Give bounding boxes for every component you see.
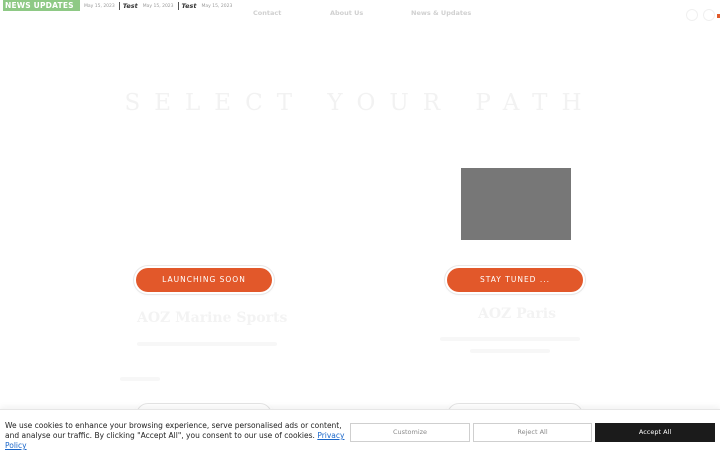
cookie-message: We use cookies to enhance your browsing …: [5, 421, 345, 450]
ticker-link[interactable]: Test: [182, 2, 197, 10]
ticker-link[interactable]: Test: [123, 2, 138, 10]
ticker-date: May 15, 2023: [142, 3, 174, 9]
launching-soon-button[interactable]: LAUNCHING SOON: [136, 268, 272, 292]
faint-text-line: [120, 377, 160, 381]
card-title-paris: AOZ Paris: [478, 306, 556, 322]
ticker-date: May 15, 2023: [201, 3, 233, 9]
social-icon[interactable]: [686, 9, 698, 21]
customize-button[interactable]: Customize: [350, 423, 470, 442]
faint-text-line: [440, 337, 580, 341]
card-title-marine-sports: AOZ Marine Sports: [137, 310, 288, 326]
accept-all-button[interactable]: Accept All: [595, 423, 715, 442]
ticker-date: May 15, 2023: [84, 3, 115, 9]
page-heading: SELECT YOUR PATH: [124, 90, 596, 116]
news-updates-badge: NEWS UPDATES: [3, 0, 80, 11]
ticker-divider: [118, 2, 120, 10]
stay-tuned-button[interactable]: STAY TUNED ...: [447, 268, 583, 292]
faint-text-line: [470, 349, 550, 353]
ticker-divider: [177, 2, 179, 10]
cookie-banner: We use cookies to enhance your browsing …: [0, 409, 720, 450]
faint-text-line: [137, 342, 277, 346]
ticker-items: May 15, 2023 Test May 15, 2023 Test May …: [84, 2, 236, 10]
page: NEWS UPDATES May 15, 2023 Test May 15, 2…: [0, 0, 720, 450]
cookie-message-text: We use cookies to enhance your browsing …: [5, 421, 342, 440]
nav-about-link[interactable]: About Us: [330, 9, 363, 17]
reject-all-button[interactable]: Reject All: [473, 423, 592, 442]
nav-news-link[interactable]: News & Updates: [411, 9, 471, 17]
social-icon[interactable]: [703, 9, 715, 21]
path-image-placeholder: [461, 168, 571, 240]
nav-contact-link[interactable]: Contact: [253, 9, 281, 17]
